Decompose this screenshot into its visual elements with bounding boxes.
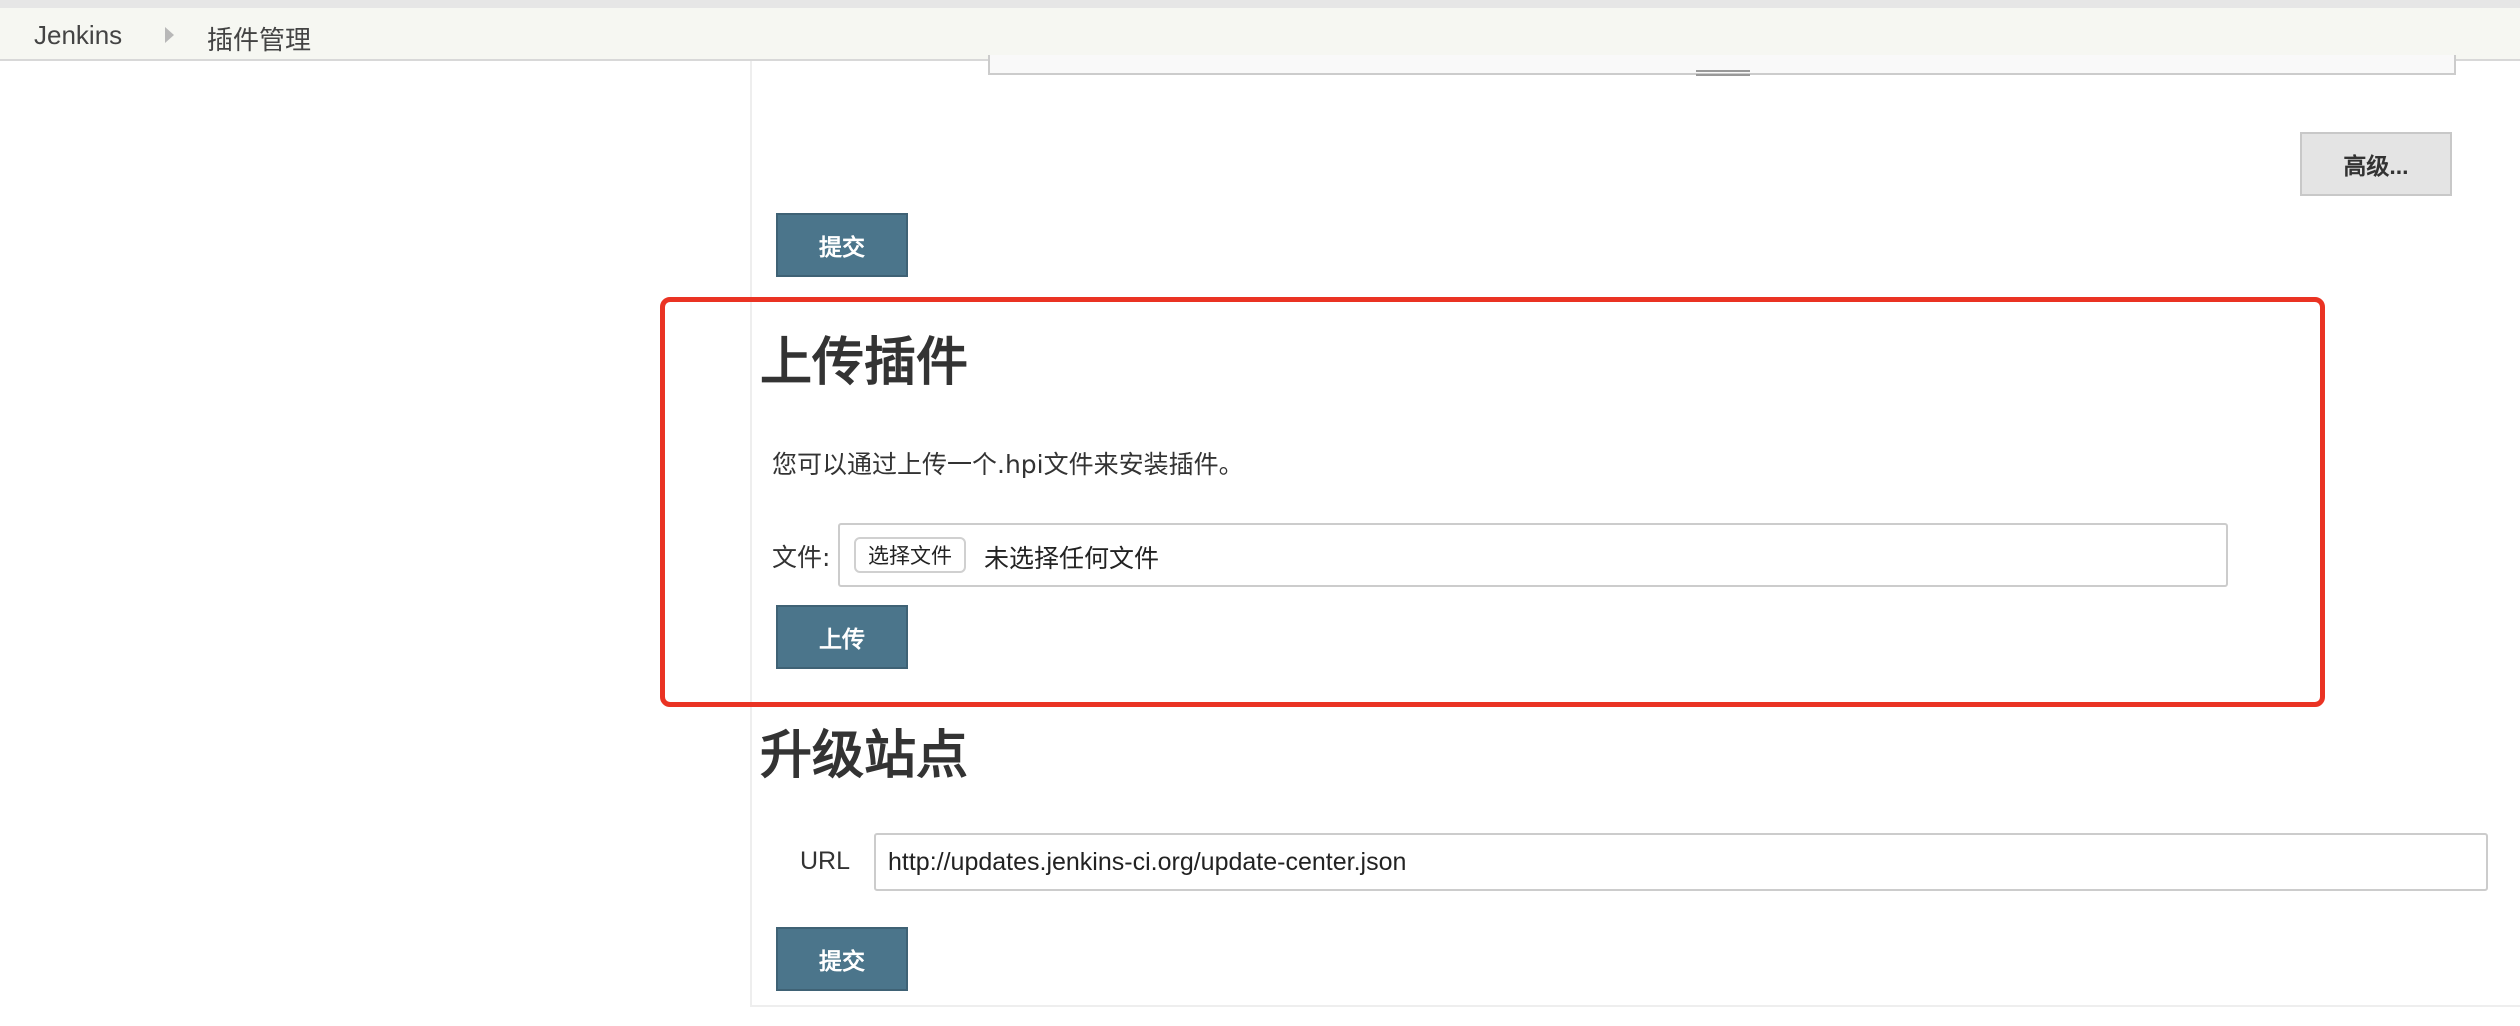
upload-button[interactable]: 上传 (776, 605, 908, 669)
breadcrumb-item-plugin-manager[interactable]: 插件管理 (207, 20, 311, 57)
breadcrumb: Jenkins 插件管理 (0, 0, 2520, 61)
upload-plugin-description: 您可以通过上传一个.hpi文件来安装插件。 (772, 450, 1244, 479)
file-input[interactable]: 选择文件 未选择任何文件 (838, 523, 2228, 587)
main-panel-bottom-border (750, 1005, 2520, 1007)
page: Jenkins 插件管理 高级... 提交 上传插件 您可以通过上传一个.hpi… (0, 0, 2520, 1026)
file-status-text: 未选择任何文件 (984, 544, 1160, 573)
chevron-right-icon (165, 27, 174, 43)
advanced-button[interactable]: 高级... (2300, 132, 2452, 196)
file-label: 文件: (772, 543, 831, 572)
update-site-submit-button[interactable]: 提交 (776, 927, 908, 991)
submit-button[interactable]: 提交 (776, 213, 908, 277)
breadcrumb-item-jenkins[interactable]: Jenkins (34, 20, 122, 51)
choose-file-button[interactable]: 选择文件 (854, 537, 966, 573)
resize-handle-icon[interactable] (1696, 70, 1750, 76)
main-panel-border (750, 61, 752, 1006)
upload-plugin-title: 上传插件 (760, 333, 969, 393)
update-site-url-input[interactable] (874, 833, 2488, 891)
url-label: URL (800, 847, 851, 875)
update-site-title: 升级站点 (760, 726, 969, 786)
